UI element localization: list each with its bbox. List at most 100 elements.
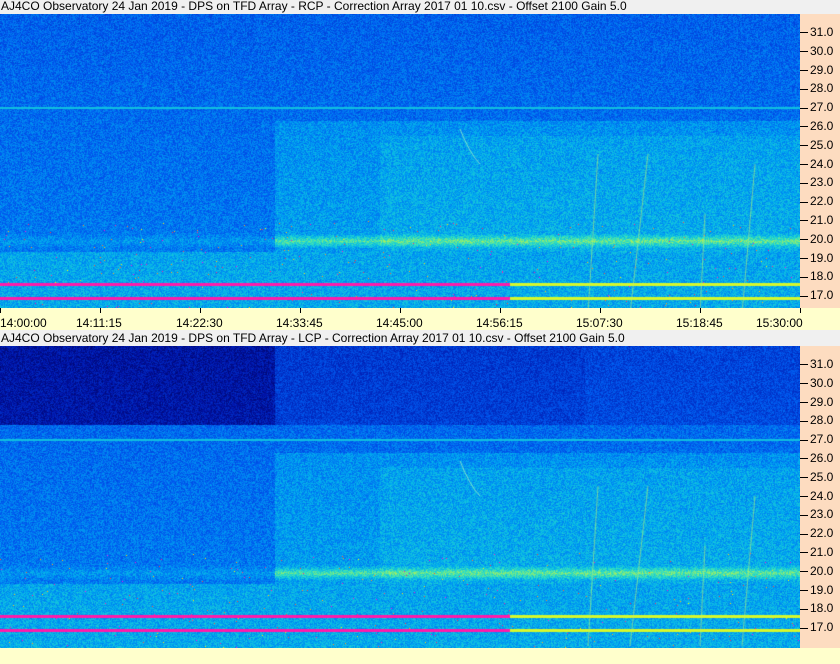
y-tick: 22.0 [800,527,833,539]
tick-label: 14:00:00 [0,316,47,330]
y-tick: 28.0 [800,414,833,426]
tick-mark [400,308,401,313]
tick-label: 15:30:00 [756,316,803,330]
tick-mark [800,145,808,147]
tick-mark [800,257,808,259]
y-tick: 31.0 [800,358,833,370]
tick-mark [300,308,301,313]
tick-label: 14:22:30 [176,316,223,330]
y-tick: 26.0 [800,120,833,132]
tick-mark [800,439,808,441]
tick-label: 30.0 [810,375,834,390]
tick-label: 29.0 [810,394,834,409]
tick-label: 17.0 [810,620,834,635]
tick-mark [800,220,808,222]
y-tick: 22.0 [800,195,833,207]
y-tick: 19.0 [800,584,833,596]
tick-label: 27.0 [810,100,834,115]
tick-label: 15:18:45 [676,316,723,330]
y-tick: 20.0 [800,233,833,245]
time-axis: 14:00:00 14:11:15 14:22:30 14:33:45 14:45:00… [0,308,840,330]
lcp-spectrogram [0,346,800,648]
tick-mark [800,308,801,313]
y-tick: 27.0 [800,101,833,113]
tick-mark [800,477,808,479]
tick-mark [800,88,808,90]
tick-label: 19.0 [810,582,834,597]
tick-label: 26.0 [810,119,834,133]
tick-label: 22.0 [810,194,834,209]
y-tick: 19.0 [800,252,833,264]
lcp-frequency-axis: 31.0 30.0 29.0 28.0 27.0 26.0 25.0 24.0 23.0 22.0… [800,346,840,648]
tick-label: 28.0 [810,81,834,96]
y-tick: 21.0 [800,546,833,558]
tick-label: 25.0 [810,137,834,152]
lcp-title: AJ4CO Observatory 24 Jan 2019 - DPS on T… [0,332,801,346]
tick-label: 23.0 [810,507,834,522]
tick-label: 18.0 [810,269,834,284]
tick-mark [800,201,808,203]
y-tick: 17.0 [800,621,833,633]
y-tick: 30.0 [800,45,833,57]
rcp-frequency-axis: 31.0 30.0 29.0 28.0 27.0 26.0 25.0 24.0 23.0 22.0… [800,14,840,308]
tick-mark [800,514,808,516]
tick-mark [700,308,701,313]
tick-mark [800,69,808,71]
tick-mark [800,571,808,573]
y-tick: 18.0 [800,270,833,282]
y-tick: 18.0 [800,602,833,614]
tick-label: 22.0 [810,526,834,541]
y-tick: 27.0 [800,433,833,445]
tick-label: 18.0 [810,601,834,616]
tick-mark [800,51,808,53]
tick-label: 23.0 [810,175,834,190]
tick-label: 31.0 [810,357,834,371]
tick-mark [800,276,808,278]
tick-mark [800,552,808,554]
tick-mark [600,308,601,313]
tick-label: 17.0 [810,288,834,303]
x-tick: 14:22:30 [176,308,223,330]
tick-mark [800,383,808,385]
x-tick: 14:11:15 [76,308,122,330]
bottom-strip [0,648,840,664]
tick-mark [100,308,101,313]
y-tick: 23.0 [800,508,833,520]
y-tick: 30.0 [800,377,833,389]
tick-mark [800,107,808,109]
y-tick: 21.0 [800,214,833,226]
tick-mark [800,295,808,297]
x-tick: 14:33:45 [276,308,323,330]
x-tick: 15:18:45 [676,308,723,330]
tick-label: 30.0 [810,43,834,58]
tick-mark [500,308,501,313]
y-tick: 20.0 [800,565,833,577]
tick-label: 14:45:00 [376,316,423,330]
tick-mark [800,608,808,610]
tick-label: 14:33:45 [276,316,323,330]
y-tick: 25.0 [800,139,833,151]
x-tick: 14:56:15 [476,308,523,330]
rcp-spectrogram [0,14,800,308]
tick-mark [800,495,808,497]
rcp-title: AJ4CO Observatory 24 Jan 2019 - DPS on T… [0,0,801,14]
y-tick: 28.0 [800,82,833,94]
y-tick: 26.0 [800,452,833,464]
tick-mark [800,589,808,591]
tick-label: 24.0 [810,488,834,503]
tick-label: 28.0 [810,413,834,428]
tick-label: 14:56:15 [476,316,523,330]
tick-mark [800,32,808,34]
tick-mark [200,308,201,313]
y-tick: 25.0 [800,471,833,483]
tick-label: 20.0 [810,563,834,578]
y-tick: 24.0 [800,158,833,170]
tick-label: 14:11:15 [76,316,122,330]
tick-mark [800,458,808,460]
x-tick: 14:00:00 [0,308,47,330]
tick-mark [800,420,808,422]
tick-label: 24.0 [810,156,834,171]
tick-mark [800,627,808,629]
y-tick: 29.0 [800,396,833,408]
tick-mark [800,364,808,366]
